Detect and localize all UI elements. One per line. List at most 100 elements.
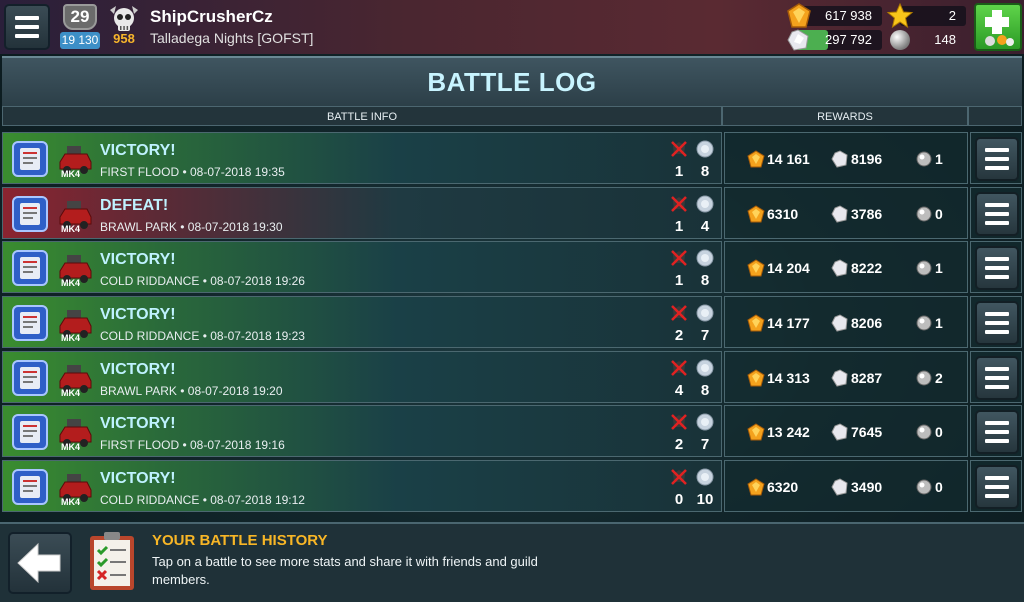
scrap-icon [831,423,848,442]
battle-rewards: 13 242 7645 0 [724,405,968,458]
mode-icon [12,414,48,451]
gold-icon [747,259,765,277]
reward-gold-amount: 14 177 [767,315,810,332]
battle-menu-button[interactable] [975,246,1019,291]
battle-info[interactable]: MK4 VICTORY! FIRST FLOOD • 08-07-2018 19… [2,405,722,458]
level-shield-icon: 29 [63,4,97,30]
kill-count: 2 [674,327,684,345]
page-title: BATTLE LOG [2,56,1022,106]
battle-rewards: 14 313 8287 2 [724,350,968,403]
battle-map: COLD RIDDANCE [100,274,200,289]
battle-info[interactable]: MK4 VICTORY! FIRST FLOOD • 08-07-2018 19… [2,132,722,184]
battle-actions [970,296,1022,349]
menu-icon-line [985,330,1009,335]
clipboard-icon [90,532,134,590]
battle-time: 08-07-2018 19:26 [210,274,305,289]
battle-row[interactable]: MK4 VICTORY! COLD RIDDANCE • 08-07-2018 … [2,296,1024,349]
battle-info[interactable]: MK4 VICTORY! COLD RIDDANCE • 08-07-2018 … [2,296,722,349]
reward-gold: 14 161 [747,149,837,169]
battle-row[interactable]: MK4 DEFEAT! BRAWL PARK • 08-07-2018 19:3… [2,186,1024,239]
menu-icon-line [985,266,1009,271]
battle-rewards: 6310 3786 0 [724,186,968,239]
reward-gold: 13 242 [747,422,837,442]
reward-pearls: 0 [915,477,955,497]
battle-actions [970,350,1022,403]
player-name[interactable]: ShipCrusherCz [150,7,273,27]
battle-map-and-time: COLD RIDDANCE • 08-07-2018 19:26 [100,274,305,289]
menu-icon-line [985,202,1009,207]
pearls-amount: 148 [934,32,956,47]
kill-count: 4 [674,381,684,399]
battle-menu-button[interactable] [975,137,1019,181]
skull-count: 958 [113,31,135,46]
menu-icon-line [985,148,1009,152]
gold-icon [747,205,765,223]
main-menu-button[interactable] [4,4,50,50]
battle-result: VICTORY! [100,470,176,488]
reward-scrap-amount: 7645 [851,424,883,441]
footer-title: YOUR BATTLE HISTORY [152,532,328,549]
guild-name[interactable]: Talladega Nights [GOFST] [150,30,313,46]
parts-count: 7 [700,436,710,454]
battle-menu-button[interactable] [975,465,1019,510]
reward-gold-amount: 6310 [767,205,799,222]
reward-gold-amount: 6320 [767,479,799,496]
scrap-icon [831,314,848,332]
star-icon [886,2,914,29]
reward-pearls-amount: 1 [935,260,943,277]
pearl-icon [916,260,932,276]
plus-icon [985,10,1014,46]
battle-row[interactable]: MK4 VICTORY! COLD RIDDANCE • 08-07-2018 … [2,460,1024,513]
battle-row[interactable]: MK4 VICTORY! BRAWL PARK • 08-07-2018 19:… [2,350,1024,403]
battle-info[interactable]: MK4 VICTORY! COLD RIDDANCE • 08-07-2018 … [2,460,722,513]
battle-menu-button[interactable] [975,301,1019,346]
parts-count: 4 [700,217,710,235]
battle-info[interactable]: MK4 DEFEAT! BRAWL PARK • 08-07-2018 19:3… [2,186,722,239]
battle-row[interactable]: MK4 VICTORY! FIRST FLOOD • 08-07-2018 19… [2,132,1024,184]
mode-icon [12,195,48,232]
battle-menu-button[interactable] [975,410,1019,455]
menu-icon-line [985,321,1009,326]
mode-icon [12,305,48,342]
footer: YOUR BATTLE HISTORY Tap on a battle to s… [0,522,1024,602]
parts-count: 8 [700,163,710,180]
reward-gold: 14 204 [747,258,837,278]
parts-count: 7 [700,327,710,345]
reward-gold: 14 177 [747,313,837,333]
column-header-actions [968,106,1022,126]
battle-row[interactable]: MK4 VICTORY! COLD RIDDANCE • 08-07-2018 … [2,241,1024,294]
battle-menu-button[interactable] [975,355,1019,400]
battle-result: VICTORY! [100,306,176,324]
vehicle-mark-label: MK4 [61,169,81,179]
menu-icon-line [985,220,1009,225]
shop-plus-button[interactable] [974,3,1022,51]
back-button[interactable] [8,532,72,594]
battle-info[interactable]: MK4 VICTORY! COLD RIDDANCE • 08-07-2018 … [2,241,722,294]
xp-value: 19 130 [60,32,100,49]
reward-pearls-amount: 0 [935,205,943,222]
battle-result: VICTORY! [100,415,176,433]
player-level-badge[interactable]: 29 19 130 [60,4,100,49]
battle-menu-button[interactable] [975,191,1019,236]
menu-icon-line [985,476,1009,481]
scrap-icon [831,205,848,223]
part-icon [696,249,714,267]
kill-icon [671,250,687,267]
parts-count: 8 [700,381,710,399]
battle-row[interactable]: MK4 VICTORY! FIRST FLOOD • 08-07-2018 19… [2,405,1024,458]
battle-actions [970,460,1022,513]
vehicle-mark-label: MK4 [61,497,81,508]
reward-pearls: 2 [915,368,955,388]
vehicle-mark-label: MK4 [61,223,81,234]
reward-pearls-amount: 0 [935,479,943,496]
battle-time: 08-07-2018 19:30 [187,219,283,234]
menu-icon-line [985,211,1009,216]
kill-count: 1 [674,272,684,290]
battle-info[interactable]: MK4 VICTORY! BRAWL PARK • 08-07-2018 19:… [2,350,722,403]
reward-scrap: 8206 [831,313,901,333]
mode-icon [12,359,48,396]
battle-map: FIRST FLOOD [100,165,180,179]
reward-scrap-amount: 8222 [851,260,883,277]
reward-scrap-amount: 8206 [851,315,883,332]
menu-icon-line [985,494,1009,499]
